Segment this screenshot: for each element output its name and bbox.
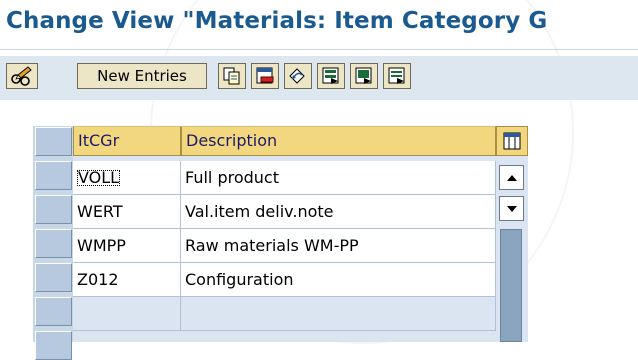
select-all-button[interactable] <box>317 63 345 89</box>
select-all-icon <box>322 67 339 84</box>
scroll-up-button[interactable] <box>499 165 524 190</box>
scroll-down-button[interactable] <box>499 196 524 221</box>
select-block-button[interactable] <box>350 63 378 89</box>
column-header-description[interactable]: Description <box>181 126 496 156</box>
scrollbar-thumb[interactable] <box>500 229 522 342</box>
itcgr-value: VOLL <box>77 168 121 187</box>
page-title: Change View "Materials: Item Category G <box>6 8 548 34</box>
arrow-up-icon <box>506 174 517 181</box>
itcgr-cell[interactable]: WERT <box>73 195 181 229</box>
display-change-button[interactable] <box>6 63 38 89</box>
column-header-itcgr[interactable]: ItCGr <box>73 126 181 156</box>
itcgr-cell[interactable]: WMPP <box>73 229 181 263</box>
table-settings-button[interactable] <box>496 126 528 156</box>
undo-change-button[interactable] <box>284 63 312 89</box>
new-entries-label: New Entries <box>97 67 187 85</box>
select-block-icon <box>355 67 372 84</box>
itcgr-cell[interactable]: Z012 <box>73 263 181 297</box>
deselect-all-button[interactable] <box>383 63 411 89</box>
copy-icon <box>223 67 240 85</box>
description-cell[interactable]: Full product <box>181 161 496 195</box>
itcgr-cell[interactable]: VOLL <box>73 161 181 195</box>
description-cell[interactable]: Raw materials WM-PP <box>181 229 496 263</box>
row-selector[interactable] <box>35 195 72 224</box>
table-settings-icon <box>503 132 521 150</box>
itcgr-cell[interactable] <box>73 297 181 331</box>
deselect-all-icon <box>388 67 405 84</box>
new-entries-button[interactable]: New Entries <box>77 63 207 89</box>
description-cell[interactable] <box>181 297 496 331</box>
row-selector[interactable] <box>35 263 72 292</box>
select-all-rows-button[interactable] <box>35 127 72 156</box>
description-cell[interactable]: Configuration <box>181 263 496 297</box>
description-cell[interactable]: Val.item deliv.note <box>181 195 496 229</box>
pencil-glasses-icon <box>11 66 32 86</box>
title-divider <box>0 49 638 50</box>
row-selector[interactable] <box>35 331 72 360</box>
undo-icon <box>289 68 305 84</box>
delete-icon <box>256 67 274 84</box>
row-selector[interactable] <box>35 229 72 258</box>
copy-as-button[interactable] <box>218 63 246 89</box>
row-selector[interactable] <box>35 161 72 190</box>
arrow-down-icon <box>506 205 517 212</box>
delete-button[interactable] <box>251 63 279 89</box>
row-selector[interactable] <box>35 297 72 326</box>
